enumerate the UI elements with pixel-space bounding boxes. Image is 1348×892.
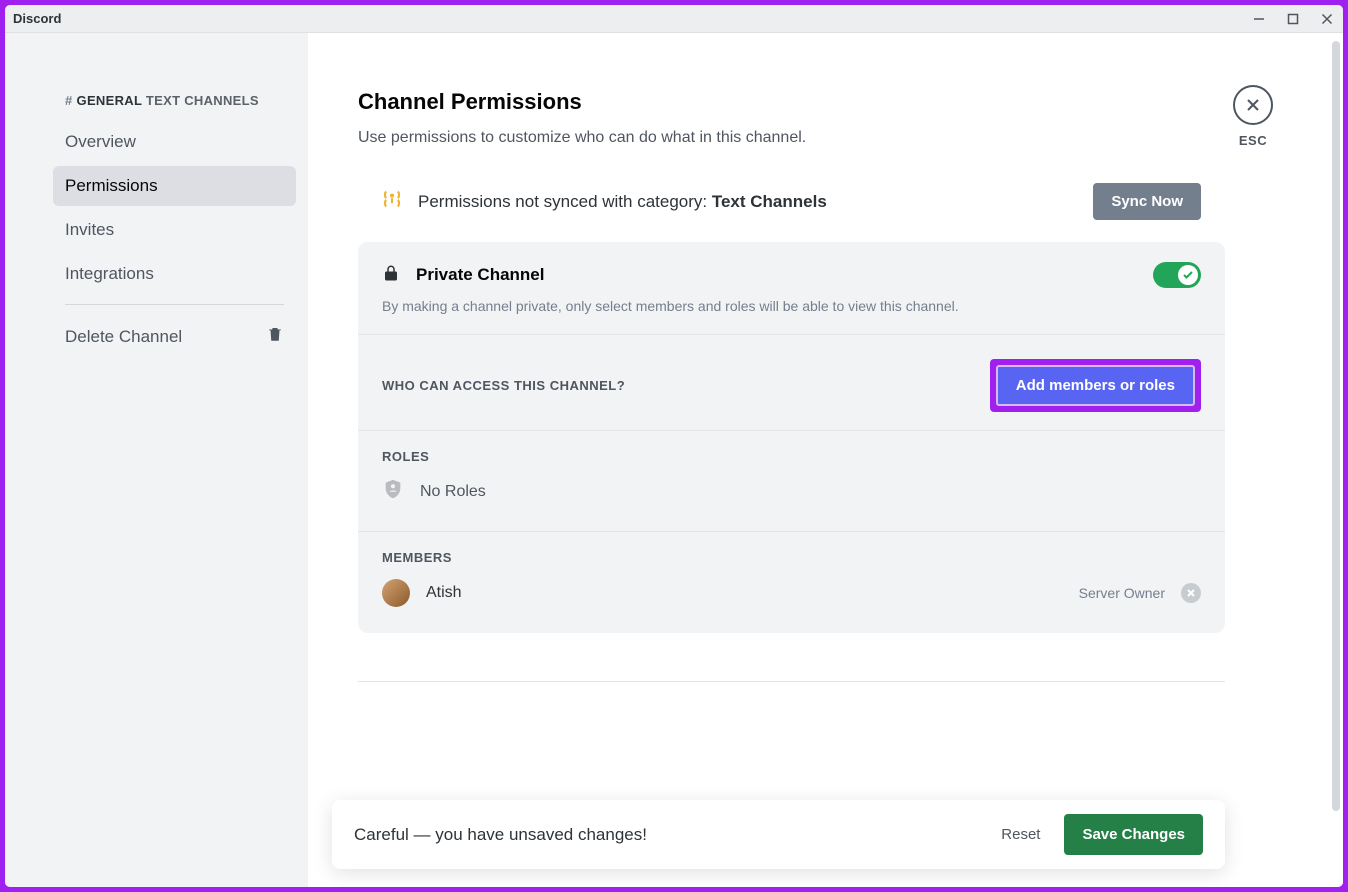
sync-notice: Permissions not synced with category: Te… — [358, 183, 1225, 220]
no-roles-text: No Roles — [420, 483, 486, 501]
save-changes-button[interactable]: Save Changes — [1064, 814, 1203, 855]
private-channel-toggle[interactable] — [1153, 262, 1201, 288]
warning-icon — [382, 189, 402, 214]
sidebar-item-delete-channel[interactable]: Delete Channel — [53, 315, 296, 358]
page-description: Use permissions to customize who can do … — [358, 129, 1225, 147]
page-title: Channel Permissions — [358, 89, 1225, 115]
members-heading: MEMBERS — [382, 550, 1201, 565]
category-label: TEXT CHANNELS — [146, 93, 259, 108]
sync-now-button[interactable]: Sync Now — [1093, 183, 1201, 220]
sidebar-item-permissions[interactable]: Permissions — [53, 166, 296, 206]
remove-member-icon[interactable] — [1181, 583, 1201, 603]
sidebar-item-integrations[interactable]: Integrations — [53, 254, 296, 294]
no-roles-row: No Roles — [382, 478, 1201, 513]
server-owner-badge: Server Owner — [1079, 585, 1165, 601]
roles-heading: ROLES — [382, 449, 1201, 464]
window-minimize-icon[interactable] — [1251, 11, 1267, 27]
access-heading: WHO CAN ACCESS THIS CHANNEL? — [382, 378, 625, 393]
private-channel-title: Private Channel — [416, 265, 545, 285]
sidebar-item-label: Overview — [65, 132, 136, 152]
sync-text: Permissions not synced with category: Te… — [418, 192, 827, 212]
content-divider — [358, 681, 1225, 682]
sidebar-divider — [65, 304, 284, 305]
window-close-icon[interactable] — [1319, 11, 1335, 27]
settings-sidebar: # GENERAL TEXT CHANNELS Overview Permissi… — [5, 33, 308, 887]
unsaved-changes-bar: Careful — you have unsaved changes! Rese… — [332, 800, 1225, 869]
add-button-highlight: Add members or roles — [990, 359, 1201, 412]
sidebar-item-label: Delete Channel — [65, 327, 182, 347]
avatar — [382, 579, 410, 607]
sidebar-item-label: Integrations — [65, 264, 154, 284]
private-channel-description: By making a channel private, only select… — [382, 298, 1201, 314]
trash-icon — [266, 325, 284, 348]
shield-icon — [382, 478, 404, 505]
unsaved-text: Careful — you have unsaved changes! — [354, 825, 647, 845]
sidebar-channel-header: # GENERAL TEXT CHANNELS — [53, 93, 296, 108]
sidebar-item-label: Permissions — [65, 176, 158, 196]
member-row: Atish Server Owner — [382, 579, 1201, 615]
sidebar-item-label: Invites — [65, 220, 114, 240]
sidebar-item-overview[interactable]: Overview — [53, 122, 296, 162]
reset-button[interactable]: Reset — [985, 816, 1056, 853]
esc-label: ESC — [1233, 133, 1273, 148]
permissions-card: Private Channel By making a channel priv… — [358, 242, 1225, 633]
channel-name: GENERAL — [77, 93, 142, 108]
window-title: Discord — [13, 11, 61, 26]
close-settings-button[interactable]: ESC — [1233, 85, 1273, 148]
lock-icon — [382, 264, 400, 287]
add-members-or-roles-button[interactable]: Add members or roles — [996, 365, 1195, 406]
main-content: ESC Channel Permissions Use permissions … — [308, 33, 1343, 887]
window-titlebar: Discord — [5, 5, 1343, 33]
sidebar-item-invites[interactable]: Invites — [53, 210, 296, 250]
hash-icon: # — [65, 93, 73, 108]
window-maximize-icon[interactable] — [1285, 11, 1301, 27]
member-name: Atish — [426, 584, 462, 602]
